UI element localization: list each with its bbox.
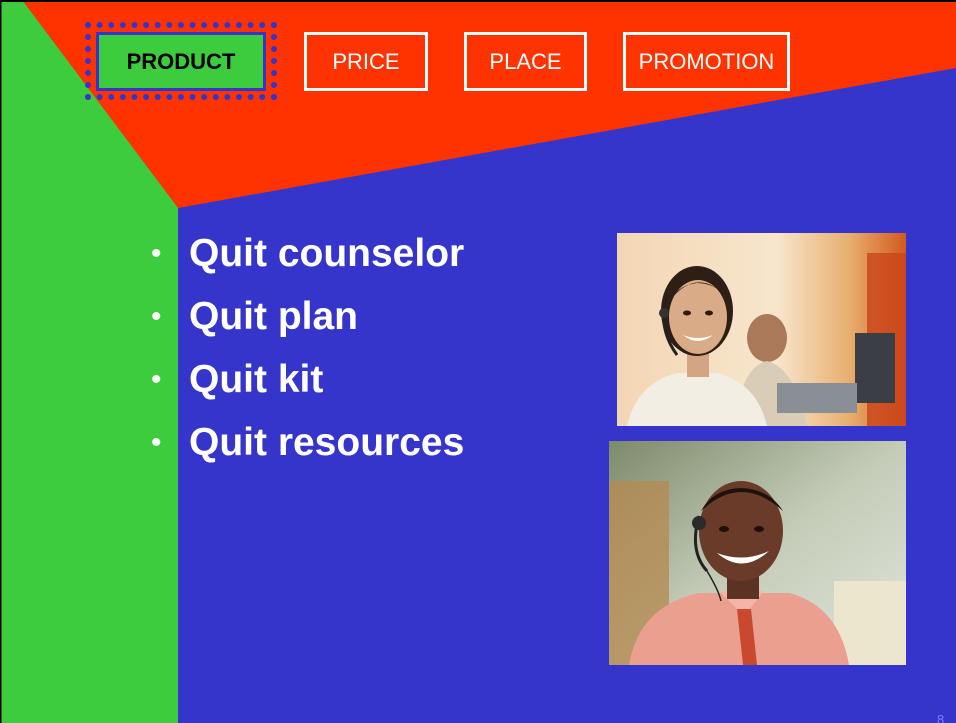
nav-promotion-button[interactable]: PROMOTION [623,32,790,91]
nav-product-button[interactable]: PRODUCT [96,32,266,91]
slide: PRODUCT PRICE PLACE PROMOTION • Quit coun… [0,0,956,723]
bullet-text: Quit kit [189,357,324,401]
bullet-text: Quit resources [189,420,465,464]
bullet-dot-icon: • [151,425,162,459]
bullet-text: Quit counselor [189,231,465,275]
bullet-text: Quit plan [189,294,358,338]
bullet-dot-icon: • [151,362,162,396]
bullet-item: • Quit counselor [151,222,464,285]
bullet-item: • Quit plan [151,285,464,348]
bullet-dot-icon: • [151,299,162,333]
man-headset-photo [609,441,906,665]
page-number: 8 [937,712,945,723]
bullet-item: • Quit kit [151,348,464,411]
nav-place-button[interactable]: PLACE [464,32,587,91]
nav-price-button[interactable]: PRICE [304,32,428,91]
bullet-item: • Quit resources [151,411,464,474]
bullet-list: • Quit counselor • Quit plan • Quit kit • Qu… [151,222,464,474]
woman-headset-photo [617,233,906,426]
bullet-dot-icon: • [151,236,162,270]
